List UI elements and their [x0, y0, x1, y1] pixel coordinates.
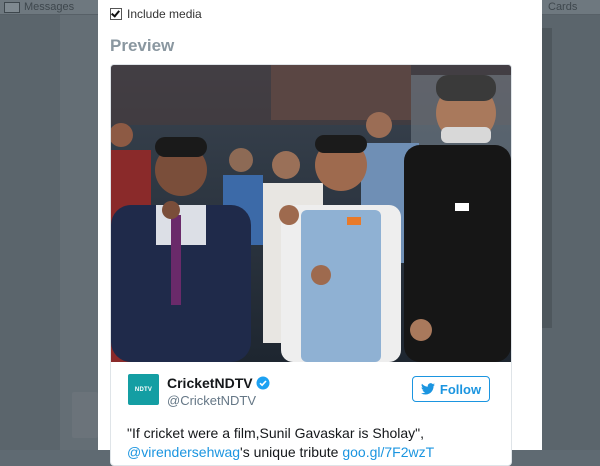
background-left-column	[0, 15, 60, 450]
author-display-name-text: CricketNDTV	[167, 375, 253, 391]
follow-button[interactable]: Follow	[412, 376, 490, 402]
envelope-icon	[4, 1, 20, 13]
embed-tweet-dialog: Include media Preview NDTV CricketNDTV @…	[98, 0, 542, 466]
preview-heading: Preview	[110, 36, 175, 55]
tweet-mention-link[interactable]: @virendersehwag	[127, 444, 240, 460]
background-thumbnail	[72, 392, 98, 438]
background-right-panel	[542, 28, 552, 328]
include-media-label: Include media	[127, 7, 202, 21]
avatar[interactable]: NDTV	[128, 374, 159, 405]
follow-label: Follow	[439, 381, 482, 397]
author-handle[interactable]: @CricketNDTV	[167, 393, 256, 408]
include-media-checkbox[interactable]	[110, 8, 122, 20]
background-timeline-column	[60, 15, 98, 450]
verified-badge-icon	[256, 376, 270, 390]
twitter-bird-icon	[420, 383, 435, 395]
tweet-text: "If cricket were a film,Sunil Gavaskar i…	[127, 424, 497, 462]
background-messages-tab: Messages	[0, 0, 74, 14]
tweet-preview-card: NDTV CricketNDTV @CricketNDTV Follow "If…	[110, 64, 512, 466]
author-display-name[interactable]: CricketNDTV	[167, 375, 270, 391]
tweet-text-line1: "If cricket were a film,Sunil Gavaskar i…	[127, 425, 425, 441]
tweet-photo[interactable]	[111, 65, 511, 362]
tweet-author-row: NDTV CricketNDTV @CricketNDTV Follow	[111, 362, 511, 422]
tweet-text-mid: 's unique tribute	[240, 444, 343, 460]
background-messages-label: Messages	[24, 1, 75, 13]
tweet-url-link[interactable]: goo.gl/7F2wzT	[342, 444, 434, 460]
include-media-option[interactable]: Include media	[110, 6, 202, 22]
background-right-label: Cards	[548, 1, 578, 13]
